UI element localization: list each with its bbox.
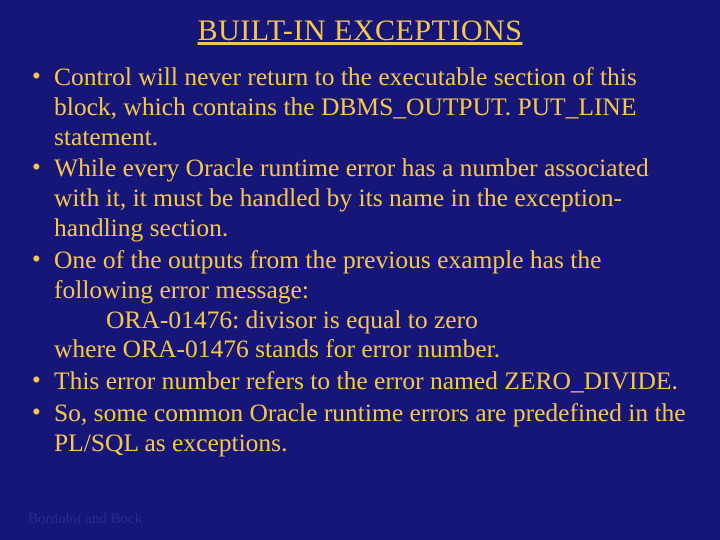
footer-credit: Bordoloi and Bock xyxy=(28,511,142,528)
bullet-text: where ORA-01476 stands for error number. xyxy=(54,334,500,363)
bullet-item: This error number refers to the error na… xyxy=(28,366,692,396)
bullet-item: While every Oracle runtime error has a n… xyxy=(28,153,692,242)
bullet-item: Control will never return to the executa… xyxy=(28,62,692,151)
bullet-item: One of the outputs from the previous exa… xyxy=(28,245,692,364)
slide-title: BUILT-IN EXCEPTIONS xyxy=(28,14,692,48)
bullet-list: Control will never return to the executa… xyxy=(28,62,692,458)
slide: BUILT-IN EXCEPTIONS Control will never r… xyxy=(0,0,720,540)
bullet-text: One of the outputs from the previous exa… xyxy=(54,245,601,304)
bullet-item: So, some common Oracle runtime errors ar… xyxy=(28,398,692,458)
error-message-line: ORA-01476: divisor is equal to zero xyxy=(54,305,692,335)
